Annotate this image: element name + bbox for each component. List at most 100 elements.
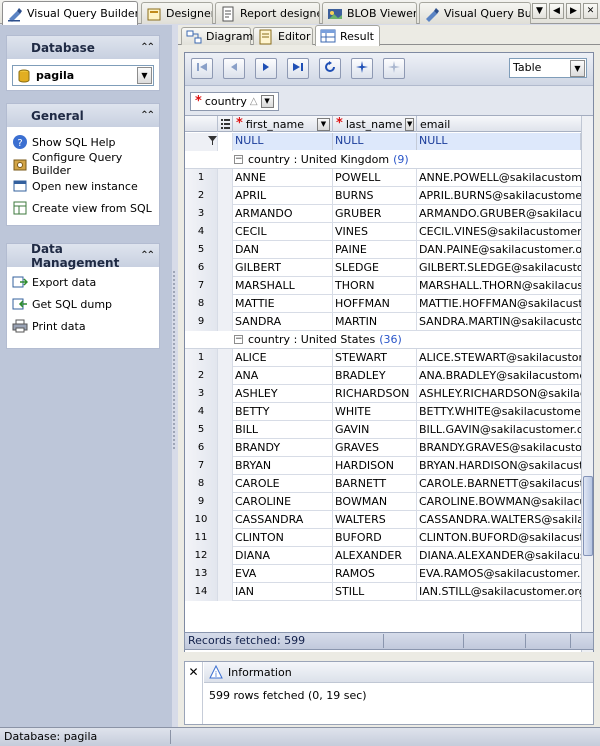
cell-last-name[interactable]: VINES <box>333 223 417 241</box>
close-icon[interactable]: ✕ <box>185 662 203 724</box>
sidebar-splitter[interactable] <box>172 270 176 450</box>
cell-last-name[interactable]: GRUBER <box>333 205 417 223</box>
cell-last-name[interactable]: BOWMAN <box>333 493 417 511</box>
cell-last-name[interactable]: RAMOS <box>333 565 417 583</box>
table-row[interactable]: 3 ASHLEY RICHARDSON ASHLEY.RICHARDSON@sakil… <box>185 385 581 403</box>
table-row[interactable]: 11 CLINTONBUFORDCLINTON.BUFORD@sakilacust… <box>185 529 581 547</box>
table-row[interactable]: 9 SANDRAMARTINSANDRA.MARTIN@sakilacustome… <box>185 313 581 331</box>
close-tab-button[interactable]: ✕ <box>583 3 598 19</box>
export-data-item[interactable]: Export data <box>12 271 154 293</box>
group-row[interactable]: − country : United Kingdom (9) <box>185 151 581 169</box>
scrollbar-thumb[interactable] <box>583 476 593 556</box>
database-select[interactable]: pagila ▼ <box>12 65 154 86</box>
cell-first-name[interactable]: GILBERT <box>233 259 333 277</box>
cell-email[interactable]: SANDRA.MARTIN@sakilacustomer.org <box>417 313 581 331</box>
group-by-chip[interactable]: * country △ ▼ <box>190 92 279 111</box>
filter-cell-first-name[interactable]: NULL <box>233 133 333 150</box>
open-new-instance-item[interactable]: Open new instance <box>12 175 154 197</box>
tab-scroll-left-button[interactable]: ◀ <box>549 3 564 19</box>
cell-first-name[interactable]: MATTIE <box>233 295 333 313</box>
chevron-down-icon[interactable]: ▼ <box>405 117 414 131</box>
cell-email[interactable]: IAN.STILL@sakilacustomer.org <box>417 583 581 601</box>
cell-first-name[interactable]: DIANA <box>233 547 333 565</box>
refresh-button[interactable] <box>319 58 341 79</box>
collapse-icon[interactable]: ⌃⌃ <box>140 42 155 53</box>
table-row[interactable]: 3 ARMANDOGRUBERARMANDO.GRUBER@sakilacusto… <box>185 205 581 223</box>
tab-report-designer[interactable]: Report designer <box>215 2 320 24</box>
table-row[interactable]: 4 CECILVINESCECIL.VINES@sakilacustomer.or… <box>185 223 581 241</box>
cell-email[interactable]: GILBERT.SLEDGE@sakilacustomer.org <box>417 259 581 277</box>
cell-last-name[interactable]: BARNETT <box>333 475 417 493</box>
cell-first-name[interactable]: APRIL <box>233 187 333 205</box>
cell-email[interactable]: APRIL.BURNS@sakilacustomer.org <box>417 187 581 205</box>
cell-first-name[interactable]: ANA <box>233 367 333 385</box>
cell-email[interactable]: BRANDY.GRAVES@sakilacustomer.org <box>417 439 581 457</box>
cell-email[interactable]: BRYAN.HARDISON@sakilacustomer.org <box>417 457 581 475</box>
cell-last-name[interactable]: STILL <box>333 583 417 601</box>
cell-first-name[interactable]: IAN <box>233 583 333 601</box>
column-header-last-name[interactable]: * last_name ▼ <box>333 116 417 132</box>
view-mode-select[interactable]: Table ▼ <box>509 58 587 78</box>
table-row[interactable]: 2 ANABRADLEYANA.BRADLEY@sakilacustomer.or… <box>185 367 581 385</box>
tab-blob-viewer[interactable]: BLOB Viewer <box>322 2 417 24</box>
cell-last-name[interactable]: RICHARDSON <box>333 385 417 403</box>
cell-email[interactable]: BILL.GAVIN@sakilacustomer.org <box>417 421 581 439</box>
chevron-down-icon[interactable]: ▼ <box>260 95 274 108</box>
collapse-icon[interactable]: ⌃⌃ <box>140 110 155 121</box>
cell-email[interactable]: CAROLINE.BOWMAN@sakilacustomer.org <box>417 493 581 511</box>
cell-email[interactable]: ARMANDO.GRUBER@sakilacustomer.org <box>417 205 581 223</box>
cell-last-name[interactable]: STEWART <box>333 349 417 367</box>
cell-first-name[interactable]: ANNE <box>233 169 333 187</box>
cell-last-name[interactable]: GAVIN <box>333 421 417 439</box>
cell-last-name[interactable]: BRADLEY <box>333 367 417 385</box>
cell-last-name[interactable]: MARTIN <box>333 313 417 331</box>
filter-cell-email[interactable]: NULL <box>417 133 581 150</box>
table-row[interactable]: 2 APRILBURNSAPRIL.BURNS@sakilacustomer.or… <box>185 187 581 205</box>
fetch-all-button[interactable] <box>351 58 373 79</box>
table-row[interactable]: 6 BRANDYGRAVESBRANDY.GRAVES@sakilacustome… <box>185 439 581 457</box>
cell-last-name[interactable]: SLEDGE <box>333 259 417 277</box>
cell-first-name[interactable]: BRANDY <box>233 439 333 457</box>
table-row[interactable]: 1 ALICESTEWARTALICE.STEWART@sakilacustome… <box>185 349 581 367</box>
table-row[interactable]: 10 CASSANDRA WALTERS CASSANDRA.WALTERS@saki… <box>185 511 581 529</box>
cell-email[interactable]: CLINTON.BUFORD@sakilacustomer.org <box>417 529 581 547</box>
cell-first-name[interactable]: DAN <box>233 241 333 259</box>
cell-last-name[interactable]: BUFORD <box>333 529 417 547</box>
tab-designer[interactable]: Designer <box>141 2 213 24</box>
cell-email[interactable]: MARSHALL.THORN@sakilacustomer.org <box>417 277 581 295</box>
cell-first-name[interactable]: BETTY <box>233 403 333 421</box>
cell-email[interactable]: EVA.RAMOS@sakilacustomer.org <box>417 565 581 583</box>
cancel-fetch-button[interactable] <box>383 58 405 79</box>
cell-last-name[interactable]: BURNS <box>333 187 417 205</box>
collapse-toggle-icon[interactable]: − <box>234 335 243 344</box>
chevron-down-icon[interactable]: ▼ <box>137 67 152 84</box>
collapse-toggle-icon[interactable]: − <box>234 155 243 164</box>
column-header-first-name[interactable]: * first_name ▼ <box>233 116 333 132</box>
tab-scroll-right-button[interactable]: ▶ <box>566 3 581 19</box>
cell-email[interactable]: ANNE.POWELL@sakilacustomer.org <box>417 169 581 187</box>
table-row[interactable]: 8 MATTIEHOFFMANMATTIE.HOFFMAN@sakilacusto… <box>185 295 581 313</box>
tab-visual-query-builder[interactable]: Visual Query Builder <box>2 1 138 25</box>
table-row[interactable]: 7 MARSHALLTHORNMARSHALL.THORN@sakilacusto… <box>185 277 581 295</box>
table-row[interactable]: 12 DIANA ALEXANDER DIANA.ALEXANDER@sakilacu… <box>185 547 581 565</box>
prior-record-button[interactable] <box>223 58 245 79</box>
cell-email[interactable]: ALICE.STEWART@sakilacustomer.org <box>417 349 581 367</box>
data-management-panel-header[interactable]: Data Management ⌃⌃ <box>7 242 159 270</box>
cell-email[interactable]: CAROLE.BARNETT@sakilacustomer.org <box>417 475 581 493</box>
table-row[interactable]: 9 CAROLINEBOWMANCAROLINE.BOWMAN@sakilacus… <box>185 493 581 511</box>
database-panel-header[interactable]: Database ⌃⌃ <box>7 36 159 59</box>
first-record-button[interactable] <box>191 58 213 79</box>
cell-first-name[interactable]: CLINTON <box>233 529 333 547</box>
collapse-icon[interactable]: ⌃⌃ <box>140 250 155 261</box>
cell-first-name[interactable]: CASSANDRA <box>233 511 333 529</box>
cell-last-name[interactable]: GRAVES <box>333 439 417 457</box>
cell-first-name[interactable]: BRYAN <box>233 457 333 475</box>
last-record-button[interactable] <box>287 58 309 79</box>
configure-query-builder-item[interactable]: Configure Query Builder <box>12 151 154 177</box>
cell-first-name[interactable]: ARMANDO <box>233 205 333 223</box>
cell-first-name[interactable]: MARSHALL <box>233 277 333 295</box>
table-row[interactable]: 5 BILL GAVIN BILL.GAVIN@sakilacustomer.org <box>185 421 581 439</box>
cell-email[interactable]: MATTIE.HOFFMAN@sakilacustomer.org <box>417 295 581 313</box>
get-sql-dump-item[interactable]: Get SQL dump <box>12 293 154 315</box>
column-chooser-icon[interactable] <box>218 116 233 132</box>
